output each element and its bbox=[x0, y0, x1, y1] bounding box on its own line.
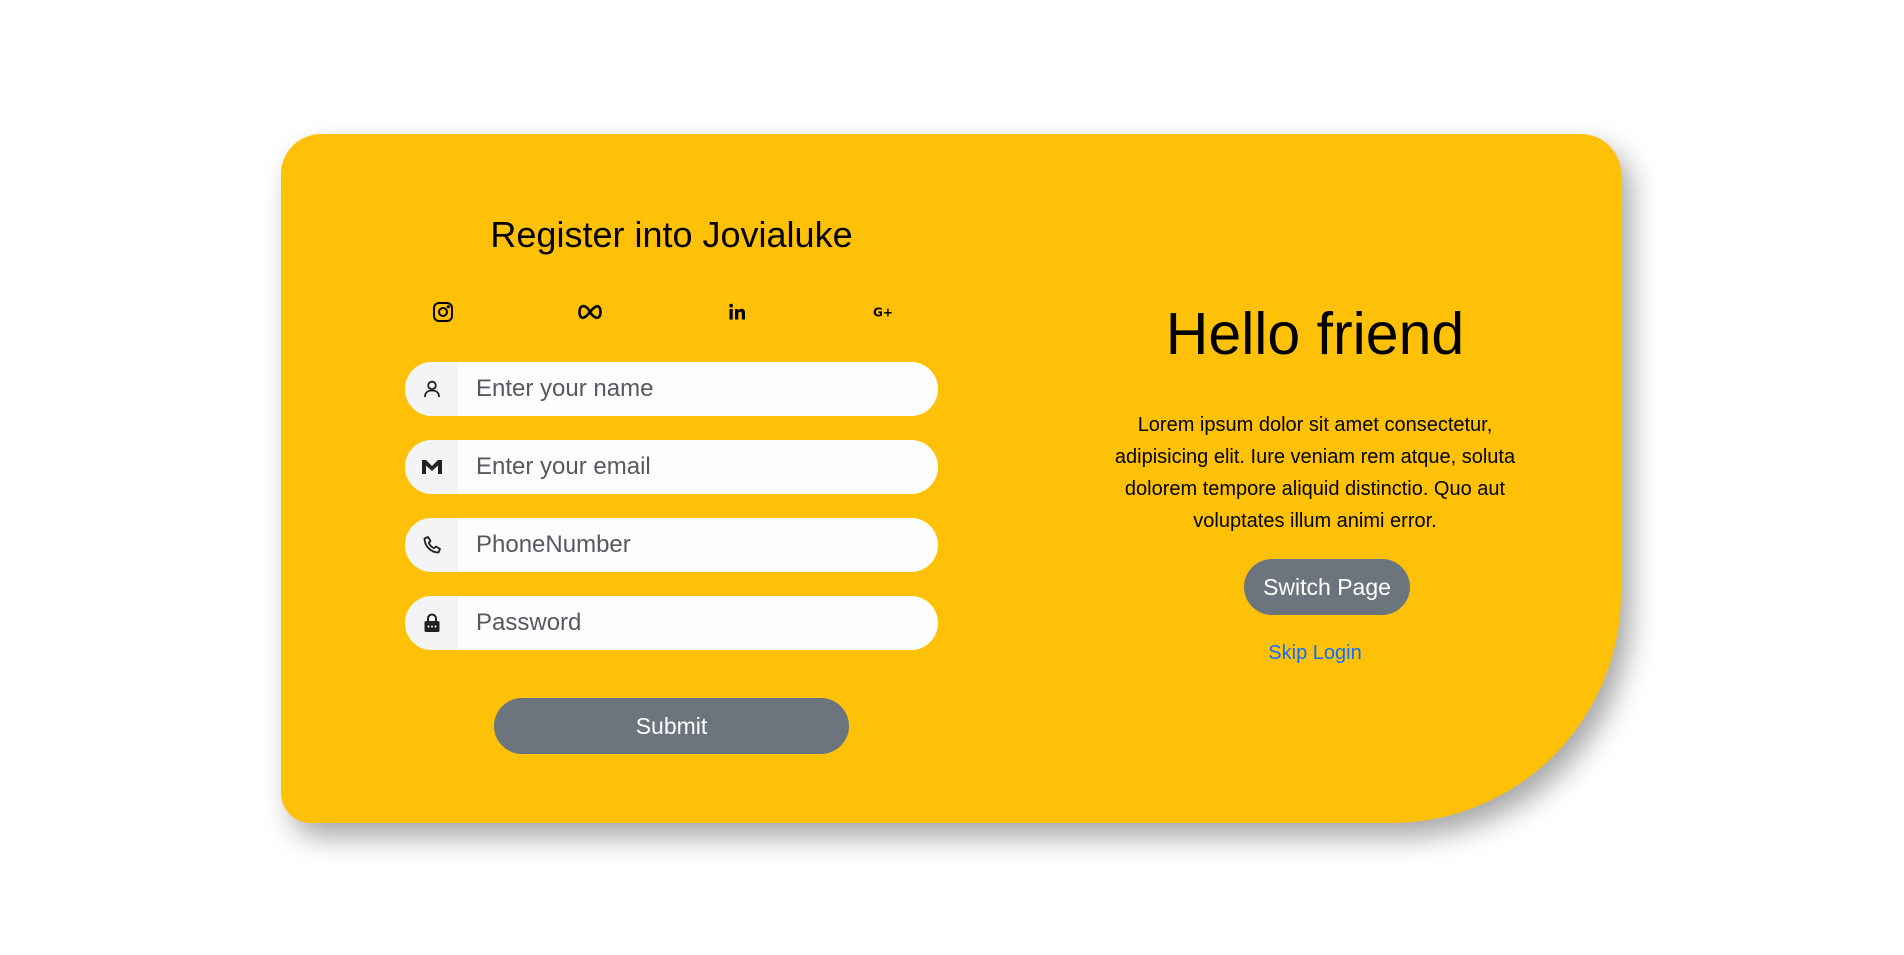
submit-button[interactable]: Submit bbox=[494, 698, 849, 754]
linkedin-icon[interactable] bbox=[721, 296, 753, 328]
gmail-icon bbox=[405, 440, 458, 494]
phone-icon bbox=[405, 518, 458, 572]
svg-text:G+: G+ bbox=[873, 306, 893, 320]
welcome-text: Lorem ipsum dolor sit amet consectetur, … bbox=[1114, 414, 1516, 532]
name-input[interactable] bbox=[458, 362, 938, 416]
name-field bbox=[405, 362, 938, 416]
register-title: Register into Jovialuke bbox=[490, 214, 853, 255]
welcome-heading: Hello friend bbox=[1165, 301, 1465, 367]
meta-icon[interactable] bbox=[574, 296, 606, 328]
register-card: Register into Jovialuke G+ Enter your na… bbox=[281, 134, 1621, 823]
google-plus-icon[interactable]: G+ bbox=[868, 296, 900, 328]
switch-page-button[interactable]: Switch Page bbox=[1244, 559, 1410, 615]
welcome-panel: Hello friend Lorem ipsum dolor sit amet … bbox=[1095, 134, 1535, 823]
email-input[interactable] bbox=[458, 440, 938, 494]
register-panel: Register into Jovialuke G+ Enter your na… bbox=[405, 134, 938, 823]
email-field bbox=[405, 440, 938, 494]
instagram-icon[interactable] bbox=[427, 296, 459, 328]
phone-field bbox=[405, 518, 938, 572]
social-links: G+ bbox=[405, 296, 938, 328]
user-icon bbox=[405, 362, 458, 416]
password-field bbox=[405, 596, 938, 650]
lock-icon bbox=[405, 596, 458, 650]
skip-login-link[interactable]: Skip Login bbox=[1095, 642, 1535, 665]
password-input[interactable] bbox=[458, 596, 938, 650]
phone-input[interactable] bbox=[458, 518, 938, 572]
